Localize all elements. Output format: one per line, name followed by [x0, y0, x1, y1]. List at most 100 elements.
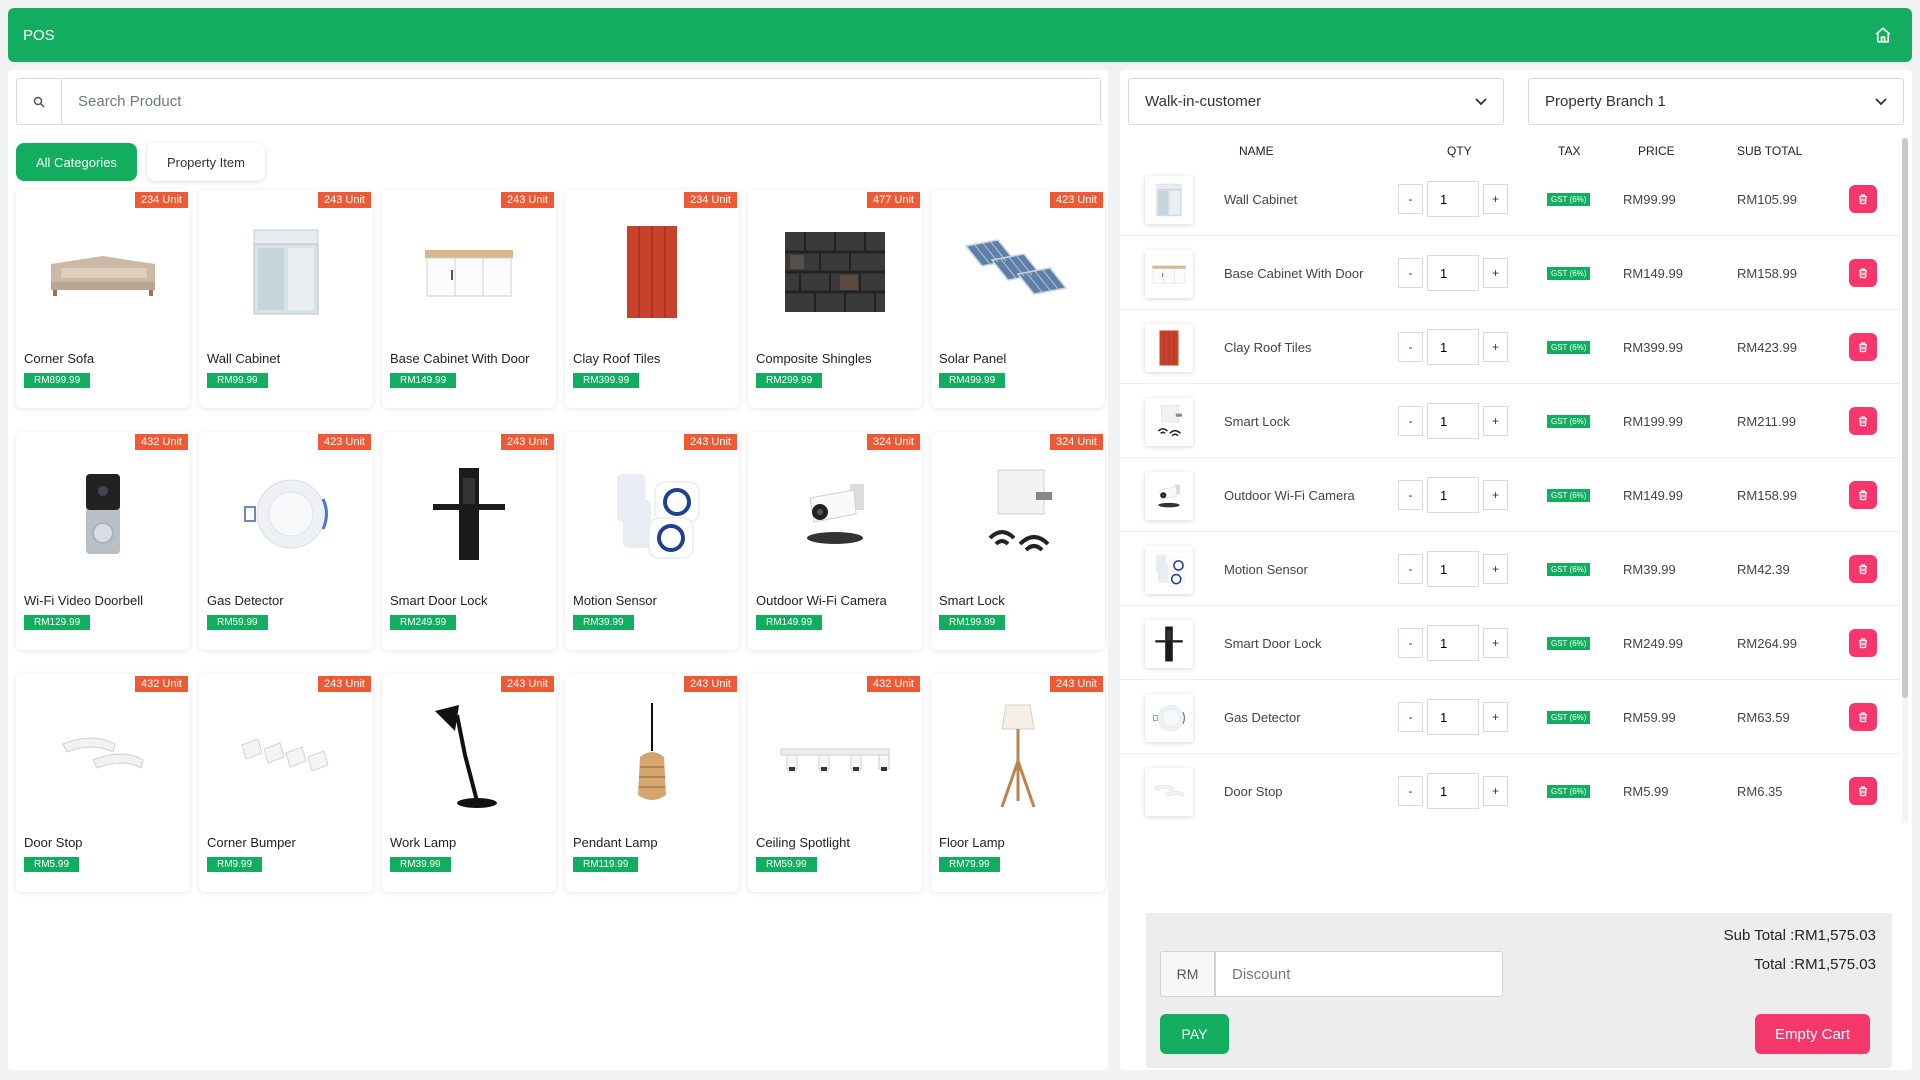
product-card[interactable]: 243 Unit Pendant Lamp RM119.99 [565, 674, 739, 892]
product-card[interactable]: 234 Unit Clay Roof Tiles RM399.99 [565, 190, 739, 408]
stock-badge: 423 Unit [1050, 192, 1103, 208]
product-name: Smart Lock [939, 593, 1005, 608]
category-all[interactable]: All Categories [16, 143, 137, 181]
tax-badge: GST (6%) [1547, 637, 1591, 650]
doorbell-icon [16, 454, 190, 574]
product-card[interactable]: 243 Unit Floor Lamp RM79.99 [931, 674, 1105, 892]
trash-icon [1857, 489, 1869, 501]
cart-item-name: Wall Cabinet [1224, 192, 1298, 207]
product-price: RM59.99 [207, 615, 268, 630]
search-input[interactable] [62, 79, 1100, 124]
qty-increase-button[interactable]: + [1483, 406, 1508, 436]
product-card[interactable]: 432 Unit Door Stop RM5.99 [16, 674, 190, 892]
product-card[interactable]: 423 Unit Solar Panel RM499.99 [931, 190, 1105, 408]
search-icon[interactable] [17, 79, 62, 124]
delete-item-button[interactable] [1849, 777, 1877, 805]
customer-select[interactable]: Walk-in-customer [1128, 78, 1504, 125]
door-stop-icon [16, 696, 190, 816]
branch-select[interactable]: Property Branch 1 [1528, 78, 1904, 125]
product-card[interactable]: 432 Unit Wi-Fi Video Doorbell RM129.99 [16, 432, 190, 650]
qty-input[interactable] [1427, 551, 1479, 587]
qty-decrease-button[interactable]: - [1398, 776, 1423, 806]
pay-button[interactable]: PAY [1160, 1014, 1229, 1054]
stock-badge: 423 Unit [318, 434, 371, 450]
product-price: RM149.99 [390, 373, 457, 388]
search-bar [16, 78, 1101, 125]
product-card[interactable]: 234 Unit Corner Sofa RM899.99 [16, 190, 190, 408]
qty-decrease-button[interactable]: - [1398, 628, 1423, 658]
cart-item-price: RM59.99 [1623, 710, 1676, 725]
stock-badge: 243 Unit [501, 676, 554, 692]
cart-row: Smart Lock - + GST (6%) RM199.99 RM211.99 [1120, 385, 1900, 458]
tax-badge: GST (6%) [1547, 415, 1591, 428]
product-card[interactable]: 432 Unit Ceiling Spotlight RM59.99 [748, 674, 922, 892]
product-card[interactable]: 243 Unit Motion Sensor RM39.99 [565, 432, 739, 650]
category-property-item[interactable]: Property Item [146, 143, 265, 181]
qty-input[interactable] [1427, 773, 1479, 809]
qty-decrease-button[interactable]: - [1398, 702, 1423, 732]
tax-badge: GST (6%) [1547, 193, 1591, 206]
cart-item-price: RM99.99 [1623, 192, 1676, 207]
qty-increase-button[interactable]: + [1483, 554, 1508, 584]
qty-increase-button[interactable]: + [1483, 480, 1508, 510]
empty-cart-button[interactable]: Empty Cart [1755, 1014, 1870, 1054]
product-card[interactable]: 243 Unit Wall Cabinet RM99.99 [199, 190, 373, 408]
product-price: RM9.99 [207, 857, 263, 872]
stock-badge: 243 Unit [684, 434, 737, 450]
product-card[interactable]: 423 Unit Gas Detector RM59.99 [199, 432, 373, 650]
qty-decrease-button[interactable]: - [1398, 480, 1423, 510]
product-card[interactable]: 243 Unit Smart Door Lock RM249.99 [382, 432, 556, 650]
cart-row: Wall Cabinet - + GST (6%) RM99.99 RM105.99 [1120, 163, 1900, 236]
product-card[interactable]: 243 Unit Corner Bumper RM9.99 [199, 674, 373, 892]
discount-input[interactable] [1215, 951, 1503, 997]
tax-badge: GST (6%) [1547, 267, 1591, 280]
home-icon[interactable] [1872, 24, 1894, 46]
stock-badge: 477 Unit [867, 192, 920, 208]
delete-item-button[interactable] [1849, 333, 1877, 361]
shingles-icon [748, 212, 922, 332]
roof-tile-icon [1145, 324, 1193, 372]
trash-icon [1857, 711, 1869, 723]
qty-input[interactable] [1427, 625, 1479, 661]
delete-item-button[interactable] [1849, 703, 1877, 731]
cart-scrollbar[interactable] [1902, 138, 1908, 823]
scrollbar-thumb[interactable] [1902, 138, 1908, 698]
cart-item-name: Smart Lock [1224, 414, 1290, 429]
cart-table-header: NAME QTY TAX PRICE SUB TOTAL [1120, 138, 1900, 163]
qty-decrease-button[interactable]: - [1398, 184, 1423, 214]
category-tabs: All Categories Property Item [16, 143, 265, 181]
product-card[interactable]: 324 Unit Smart Lock RM199.99 [931, 432, 1105, 650]
qty-decrease-button[interactable]: - [1398, 406, 1423, 436]
delete-item-button[interactable] [1849, 555, 1877, 583]
qty-input[interactable] [1427, 329, 1479, 365]
product-card[interactable]: 477 Unit Composite Shingles RM299.99 [748, 190, 922, 408]
qty-input[interactable] [1427, 181, 1479, 217]
trash-icon [1857, 415, 1869, 427]
delete-item-button[interactable] [1849, 259, 1877, 287]
qty-decrease-button[interactable]: - [1398, 554, 1423, 584]
qty-increase-button[interactable]: + [1483, 184, 1508, 214]
stock-badge: 324 Unit [1050, 434, 1103, 450]
qty-input[interactable] [1427, 477, 1479, 513]
qty-increase-button[interactable]: + [1483, 628, 1508, 658]
qty-decrease-button[interactable]: - [1398, 332, 1423, 362]
qty-increase-button[interactable]: + [1483, 258, 1508, 288]
qty-increase-button[interactable]: + [1483, 776, 1508, 806]
wall-cabinet-icon [1145, 176, 1193, 224]
qty-increase-button[interactable]: + [1483, 702, 1508, 732]
product-card[interactable]: 324 Unit Outdoor Wi-Fi Camera RM149.99 [748, 432, 922, 650]
cart-row: Outdoor Wi-Fi Camera - + GST (6%) RM149.99 RM… [1120, 459, 1900, 532]
delete-item-button[interactable] [1849, 481, 1877, 509]
delete-item-button[interactable] [1849, 407, 1877, 435]
delete-item-button[interactable] [1849, 185, 1877, 213]
qty-input[interactable] [1427, 255, 1479, 291]
header-name: NAME [1239, 144, 1274, 158]
product-name: Pendant Lamp [573, 835, 658, 850]
product-card[interactable]: 243 Unit Base Cabinet With Door RM149.99 [382, 190, 556, 408]
qty-input[interactable] [1427, 403, 1479, 439]
qty-increase-button[interactable]: + [1483, 332, 1508, 362]
qty-input[interactable] [1427, 699, 1479, 735]
qty-decrease-button[interactable]: - [1398, 258, 1423, 288]
delete-item-button[interactable] [1849, 629, 1877, 657]
product-card[interactable]: 243 Unit Work Lamp RM39.99 [382, 674, 556, 892]
